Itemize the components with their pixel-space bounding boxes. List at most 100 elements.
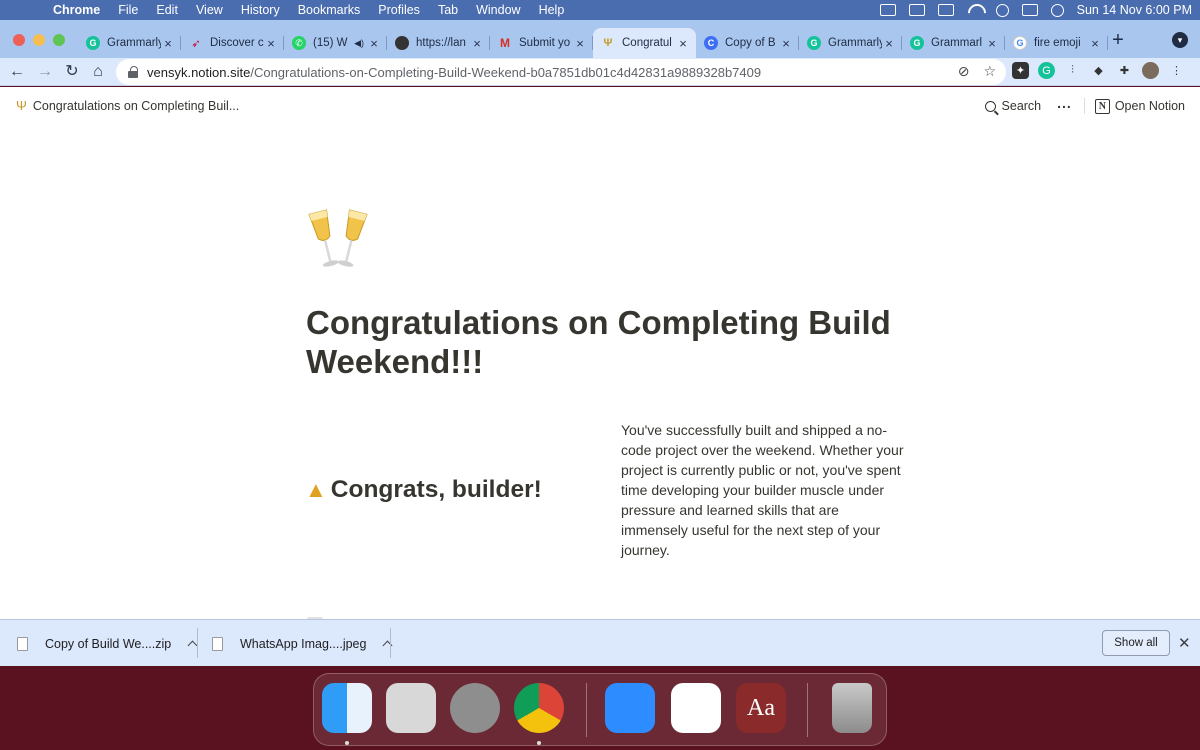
tracking-protection-icon[interactable]: ⊘ — [958, 63, 970, 80]
extension-dark-icon[interactable]: ✦ — [1012, 62, 1029, 79]
address-bar[interactable]: vensyk.notion.site/Congratulations-on-Co… — [116, 59, 1006, 85]
search-button[interactable]: Search — [1002, 99, 1042, 113]
extension-bars-icon[interactable]: ⫶ — [1064, 62, 1081, 79]
download-item-jpeg[interactable]: WhatsApp Imag....jpeg — [212, 620, 393, 667]
menu-bookmarks[interactable]: Bookmarks — [289, 3, 370, 17]
fullscreen-window-button[interactable] — [53, 34, 65, 46]
divider — [390, 628, 391, 658]
tab-whatsapp[interactable]: ✆ (15) W ◀) × — [284, 28, 387, 58]
trash-icon[interactable] — [832, 683, 872, 733]
dictionary-icon[interactable]: Aa — [736, 683, 786, 733]
tab-list: G Grammarly × ➶ Discover c × ✆ (15) W ◀)… — [78, 28, 1108, 58]
chevron-up-icon[interactable] — [383, 640, 393, 651]
tab-close-icon[interactable]: × — [882, 36, 896, 51]
lock-icon[interactable] — [128, 66, 138, 78]
tab-search-icon[interactable]: ▾ — [1172, 32, 1188, 48]
tab-close-icon[interactable]: × — [985, 36, 999, 51]
notion-page: Ψ Congratulations on Completing Buil... … — [0, 87, 1200, 619]
tab-title: Submit yo — [519, 37, 571, 49]
forward-button[interactable]: → — [34, 61, 56, 83]
window-controls — [13, 34, 65, 46]
more-options-icon[interactable]: ... — [1057, 95, 1072, 111]
finder-icon[interactable] — [322, 683, 372, 733]
cheers-icon: Ψ — [16, 98, 27, 113]
launchpad-icon[interactable] — [386, 683, 436, 733]
menu-profiles[interactable]: Profiles — [369, 3, 429, 17]
tab-copy-of-build[interactable]: C Copy of B × — [696, 28, 799, 58]
browser-toolbar: ← → ↻ ⌂ vensyk.notion.site/Congratulatio… — [0, 58, 1200, 86]
notion-logo-icon[interactable]: N — [1094, 98, 1110, 114]
tab-discover[interactable]: ➶ Discover c × — [181, 28, 284, 58]
extension-bird-icon[interactable]: ◆ — [1090, 62, 1107, 79]
menubar-status-area: Sun 14 Nov 6:00 PM — [879, 0, 1192, 20]
spotlight-icon[interactable] — [995, 3, 1009, 17]
menu-edit[interactable]: Edit — [147, 3, 187, 17]
tab-fire-emoji[interactable]: G fire emoji × — [1005, 28, 1108, 58]
tab-grammarly-3[interactable]: G Grammarl × — [902, 28, 1005, 58]
google-icon: G — [1013, 36, 1027, 50]
show-all-downloads-button[interactable]: Show all — [1102, 630, 1170, 656]
system-preferences-icon[interactable] — [450, 683, 500, 733]
extensions-puzzle-icon[interactable]: ✚ — [1116, 62, 1133, 79]
tab-title: https://lan — [416, 37, 466, 49]
macos-menubar: Chrome File Edit View History Bookmarks … — [0, 0, 1200, 20]
speaker-icon[interactable]: ◀) — [354, 38, 364, 49]
control-center-icon[interactable] — [1021, 4, 1038, 16]
grammarly-extension-icon[interactable]: G — [1038, 62, 1055, 79]
tab-url[interactable]: https://lan × — [387, 28, 490, 58]
grammarly-icon: G — [86, 36, 100, 50]
tab-close-icon[interactable]: × — [264, 36, 278, 51]
back-button[interactable]: ← — [6, 61, 28, 83]
keyboard-icon[interactable] — [908, 4, 925, 16]
tab-close-icon[interactable]: × — [779, 36, 793, 51]
home-button[interactable]: ⌂ — [87, 61, 109, 83]
bookmark-star-icon[interactable]: ☆ — [983, 63, 996, 80]
tab-close-icon[interactable]: × — [573, 36, 587, 51]
new-tab-button[interactable]: + — [1108, 29, 1128, 52]
tab-close-icon[interactable]: × — [367, 36, 381, 51]
omnibox-actions: ⊘ ☆ — [958, 63, 996, 80]
tab-close-icon[interactable]: × — [676, 36, 690, 51]
close-window-button[interactable] — [13, 34, 25, 46]
close-icon[interactable]: ✕ — [1178, 634, 1191, 652]
chrome-menu-icon[interactable]: ⋮ — [1168, 62, 1185, 79]
tab-close-icon[interactable]: × — [470, 36, 484, 51]
menu-help[interactable]: Help — [530, 3, 574, 17]
menu-view[interactable]: View — [187, 3, 232, 17]
extension-icons: ✦ G ⫶ ◆ ✚ ⋮ — [1012, 62, 1185, 79]
profile-avatar[interactable] — [1142, 62, 1159, 79]
open-notion-button[interactable]: Open Notion — [1115, 99, 1185, 113]
search-icon[interactable] — [984, 100, 996, 112]
battery-icon[interactable] — [937, 4, 954, 16]
page-title: Congratulations on Completing Build Week… — [306, 304, 891, 380]
menu-app-name[interactable]: Chrome — [44, 3, 109, 17]
cheers-icon: Ψ — [603, 37, 613, 49]
reload-button[interactable]: ↻ — [61, 61, 83, 83]
url-path: /Congratulations-on-Completing-Build-Wee… — [250, 64, 762, 80]
menubar-clock[interactable]: Sun 14 Nov 6:00 PM — [1077, 3, 1192, 17]
download-item-zip[interactable]: Copy of Build We....zip — [17, 620, 198, 667]
tab-close-icon[interactable]: × — [1088, 36, 1102, 51]
tab-grammarly-1[interactable]: G Grammarly × — [78, 28, 181, 58]
whatsapp-icon: ✆ — [292, 36, 306, 50]
screen-mirror-icon[interactable] — [879, 4, 896, 16]
download-filename: Copy of Build We....zip — [45, 636, 172, 651]
menu-tab[interactable]: Tab — [429, 3, 467, 17]
tab-close-icon[interactable]: × — [161, 36, 175, 51]
menu-history[interactable]: History — [232, 3, 289, 17]
divider — [197, 628, 198, 658]
menu-window[interactable]: Window — [467, 3, 529, 17]
chrome-icon[interactable] — [514, 683, 564, 733]
tab-gmail[interactable]: M Submit yo × — [490, 28, 593, 58]
tab-grammarly-2[interactable]: G Grammarly × — [799, 28, 902, 58]
grammarly-icon: G — [807, 36, 821, 50]
menu-file[interactable]: File — [109, 3, 147, 17]
tab-title: Congratul — [622, 37, 672, 49]
zoom-icon[interactable] — [605, 683, 655, 733]
asana-icon[interactable] — [671, 683, 721, 733]
tab-congratulations-active[interactable]: Ψ Congratul × — [593, 28, 696, 58]
breadcrumb[interactable]: Ψ Congratulations on Completing Buil... — [16, 98, 239, 113]
wifi-icon[interactable] — [967, 4, 983, 16]
minimize-window-button[interactable] — [33, 34, 45, 46]
siri-icon[interactable] — [1050, 3, 1064, 17]
